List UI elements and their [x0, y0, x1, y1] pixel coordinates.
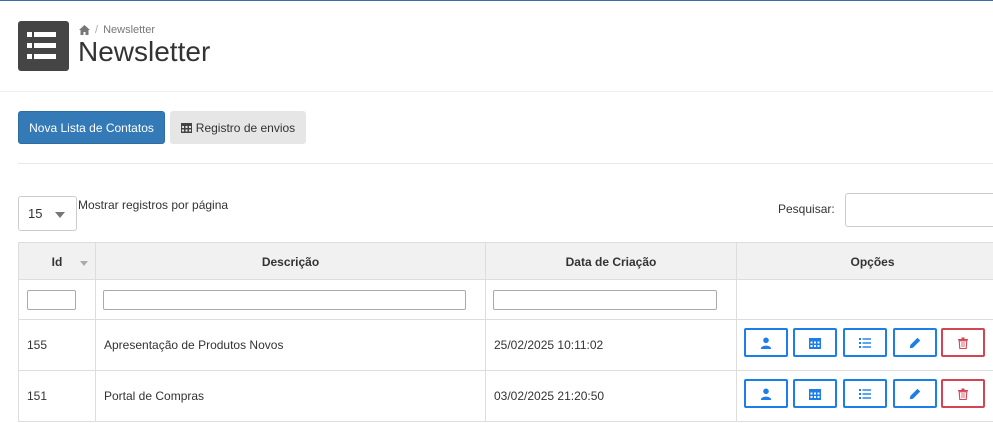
pencil-icon — [909, 337, 921, 348]
column-header-id[interactable]: Id — [18, 243, 95, 280]
list-button[interactable] — [843, 328, 887, 357]
page-length-select[interactable]: 15 — [18, 196, 77, 231]
table-row: 151 Portal de Compras 03/02/2025 21:20:5… — [18, 371, 993, 422]
column-header-data-label: Data de Criação — [565, 254, 657, 269]
page-title: Newsletter — [78, 36, 211, 67]
sort-desc-icon — [80, 261, 88, 266]
data-filter-input[interactable] — [493, 290, 717, 310]
cell-id: 151 — [27, 389, 48, 403]
trash-icon — [958, 337, 968, 349]
cell-data: 25/02/2025 10:11:02 — [494, 338, 604, 352]
new-contact-list-button[interactable]: Nova Lista de Contatos — [18, 111, 165, 144]
column-header-opcoes: Opções — [736, 243, 993, 280]
top-accent-line — [0, 0, 993, 1]
trash-icon — [958, 388, 968, 400]
search-label: Pesquisar: — [778, 202, 835, 216]
edit-button[interactable] — [893, 379, 937, 408]
table-header-row: Id Descrição Data de Criação Opções — [18, 242, 993, 280]
delete-button[interactable] — [941, 328, 985, 357]
descricao-filter-input[interactable] — [103, 290, 466, 310]
list-icon — [859, 337, 871, 348]
list-icon — [859, 388, 871, 399]
send-log-label: Registro de envios — [195, 120, 296, 135]
page-length-label: Mostrar registros por página — [78, 198, 229, 212]
calendar-icon — [180, 123, 192, 133]
contacts-button[interactable] — [744, 328, 788, 357]
cell-descricao: Apresentação de Produtos Novos — [104, 338, 284, 352]
calendar-icon — [809, 388, 821, 400]
calendar-icon — [809, 337, 821, 349]
column-header-id-label: Id — [51, 254, 63, 269]
cell-data: 03/02/2025 21:20:50 — [494, 389, 605, 403]
edit-button[interactable] — [893, 328, 937, 357]
column-header-opcoes-label: Opções — [850, 254, 895, 269]
header-divider — [0, 91, 993, 92]
id-filter-input[interactable] — [27, 290, 76, 310]
page-length-value: 15 — [28, 206, 43, 221]
chevron-down-icon — [55, 212, 65, 218]
table-row: 155 Apresentação de Produtos Novos 25/02… — [18, 320, 993, 371]
column-header-data[interactable]: Data de Criação — [485, 243, 736, 280]
menu-page-icon — [18, 21, 69, 71]
cell-descricao: Portal de Compras — [104, 389, 205, 403]
column-header-descricao-label: Descrição — [261, 254, 320, 269]
column-header-descricao[interactable]: Descrição — [95, 243, 485, 280]
pencil-icon — [909, 388, 921, 399]
home-icon[interactable] — [79, 25, 90, 35]
user-icon — [760, 337, 772, 349]
list-button[interactable] — [843, 379, 887, 408]
section-divider — [18, 163, 993, 164]
schedule-button[interactable] — [793, 328, 837, 357]
search-input[interactable] — [845, 193, 993, 227]
cell-id: 155 — [27, 338, 48, 352]
filter-row — [18, 280, 993, 320]
user-icon — [760, 388, 772, 400]
contacts-button[interactable] — [744, 379, 788, 408]
schedule-button[interactable] — [793, 379, 837, 408]
send-log-button[interactable]: Registro de envios — [170, 111, 306, 144]
delete-button[interactable] — [941, 379, 985, 408]
